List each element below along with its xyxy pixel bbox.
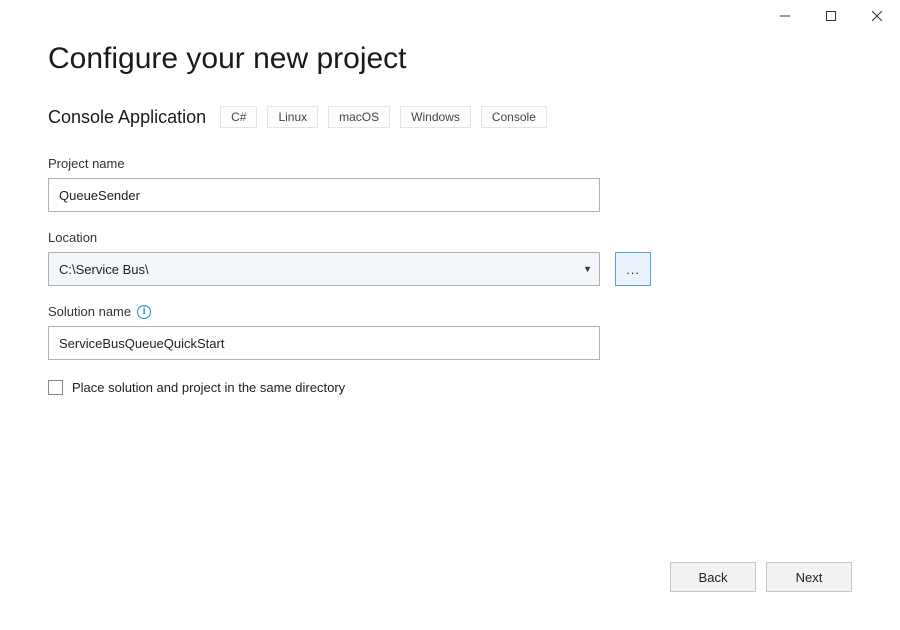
close-button[interactable]: [854, 0, 900, 32]
page-title: Configure your new project: [48, 42, 852, 76]
template-tags: C# Linux macOS Windows Console: [220, 106, 547, 128]
back-button[interactable]: Back: [670, 562, 756, 592]
tag-console: Console: [481, 106, 547, 128]
location-label: Location: [48, 230, 852, 245]
tag-linux: Linux: [267, 106, 318, 128]
tag-macos: macOS: [328, 106, 390, 128]
location-combobox[interactable]: ▼: [48, 252, 600, 286]
tag-csharp: C#: [220, 106, 257, 128]
tag-windows: Windows: [400, 106, 471, 128]
solution-name-input[interactable]: [48, 326, 600, 360]
same-directory-label: Place solution and project in the same d…: [72, 380, 345, 395]
template-name: Console Application: [48, 107, 206, 128]
browse-button[interactable]: ...: [615, 252, 651, 286]
project-name-label: Project name: [48, 156, 852, 171]
maximize-button[interactable]: [808, 0, 854, 32]
minimize-button[interactable]: [762, 0, 808, 32]
same-directory-checkbox[interactable]: [48, 380, 63, 395]
solution-name-label: Solution name: [48, 304, 131, 319]
window-controls: [762, 0, 900, 32]
template-header: Console Application C# Linux macOS Windo…: [48, 106, 852, 128]
next-button[interactable]: Next: [766, 562, 852, 592]
project-name-input[interactable]: [48, 178, 600, 212]
info-icon[interactable]: i: [137, 305, 151, 319]
location-input[interactable]: [48, 252, 600, 286]
